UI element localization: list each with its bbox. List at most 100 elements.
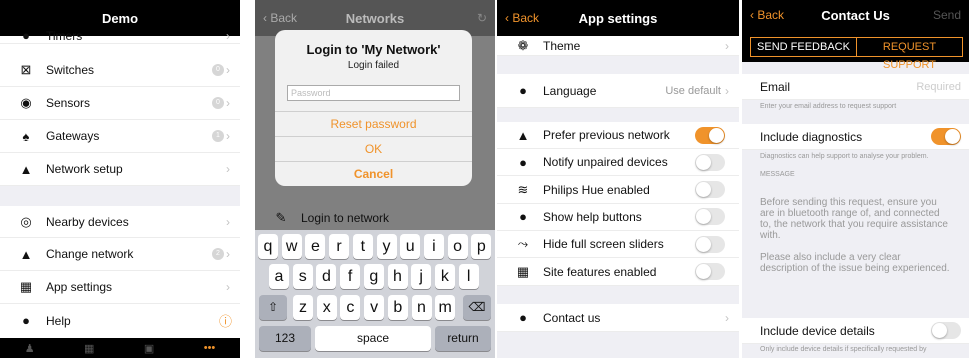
setting-toggle[interactable]	[695, 235, 725, 253]
setting-toggle[interactable]	[695, 153, 725, 171]
key-z[interactable]: z	[293, 295, 313, 320]
menu-item-change-network[interactable]: ▲ Change network 2 ›	[0, 238, 240, 271]
diagnostics-row: Include diagnostics	[742, 124, 969, 150]
menu-item-switches[interactable]: ⊠ Switches 0 ›	[0, 54, 240, 87]
language-row[interactable]: ● Language Use default ›	[497, 74, 739, 108]
shift-key[interactable]: ⇧	[259, 295, 287, 320]
key-t[interactable]: t	[352, 234, 373, 259]
menu-item-network-setup[interactable]: ▲ Network setup ›	[0, 153, 240, 186]
key-a[interactable]: a	[269, 264, 289, 289]
key-r[interactable]: r	[329, 234, 350, 259]
key-g[interactable]: g	[363, 264, 384, 289]
theme-row[interactable]: ❁ Theme ›	[497, 36, 739, 56]
list-item[interactable]: ✎ Login to network	[255, 205, 495, 230]
key-k[interactable]: k	[434, 264, 455, 289]
page-title: Networks	[345, 11, 405, 26]
question-icon[interactable]: ⓘ	[219, 311, 232, 330]
menu-item-help[interactable]: ● Help ⓘ	[0, 304, 240, 337]
space-key[interactable]: space	[315, 326, 431, 351]
lamp-icon[interactable]: ♟	[25, 342, 35, 355]
chevron-right-icon: ›	[226, 247, 230, 261]
chevron-right-icon: ›	[226, 28, 230, 43]
chevron-right-icon: ›	[725, 310, 729, 325]
key-u[interactable]: u	[400, 234, 421, 259]
timer-icon: ●	[22, 28, 30, 43]
menu-item-timers[interactable]: ● Timers ›	[0, 28, 240, 44]
image-icon[interactable]: ▣	[144, 342, 154, 355]
alert-message: Login failed	[347, 60, 400, 71]
key-p[interactable]: p	[471, 234, 492, 259]
setting-row: ▲ Prefer previous network	[497, 122, 739, 149]
return-key[interactable]: return	[435, 326, 491, 351]
chevron-right-icon: ›	[226, 280, 230, 294]
key-b[interactable]: b	[387, 295, 408, 320]
refresh-icon[interactable]: ↻	[477, 11, 487, 25]
key-s[interactable]: s	[292, 264, 313, 289]
key-x[interactable]: x	[316, 295, 337, 320]
nav-bar: ‹ Back Contact Us Send SEND FEEDBACK REQ…	[742, 0, 969, 71]
count-badge: 0	[212, 64, 224, 76]
email-hint: Enter your email address to request supp…	[742, 100, 969, 116]
notify-icon: ●	[519, 154, 527, 170]
setting-toggle[interactable]	[695, 208, 725, 226]
page-title: App settings	[578, 11, 658, 26]
contact-us-row[interactable]: ● Contact us ›	[497, 304, 739, 332]
email-field[interactable]: Required	[916, 81, 961, 93]
app-settings-icon: ▦	[19, 279, 33, 294]
networks-screen: ‹ Back Networks ↻ ✎ Login to network Log…	[255, 0, 495, 358]
menu-item-nearby-devices[interactable]: ◎ Nearby devices ›	[0, 206, 240, 238]
key-n[interactable]: n	[411, 295, 432, 320]
message-field[interactable]: Before sending this request, ensure you …	[742, 187, 969, 307]
more-icon[interactable]: •••	[204, 342, 216, 354]
numbers-key[interactable]: 123	[259, 326, 311, 351]
key-i[interactable]: i	[423, 234, 444, 259]
device-details-hint: Only include device details if specifica…	[742, 344, 969, 358]
send-button[interactable]: Send	[933, 8, 961, 22]
building-icon: ▦	[516, 263, 530, 279]
key-h[interactable]: h	[387, 264, 408, 289]
key-d[interactable]: d	[316, 264, 337, 289]
key-o[interactable]: o	[447, 234, 468, 259]
diagnostics-toggle[interactable]	[931, 128, 961, 145]
ok-button[interactable]: OK	[275, 136, 472, 161]
key-e[interactable]: e	[305, 234, 326, 259]
segmented-control: SEND FEEDBACK REQUEST SUPPORT	[750, 37, 963, 71]
tab-request-support[interactable]: REQUEST SUPPORT	[856, 38, 962, 71]
setting-toggle[interactable]	[695, 263, 725, 280]
app-settings-screen: ‹ Back App settings ❁ Theme › ● Language…	[497, 0, 739, 358]
menu-item-app-settings[interactable]: ▦ App settings ›	[0, 271, 240, 304]
delete-key[interactable]: ⌫	[463, 295, 491, 320]
reset-password-button[interactable]: Reset password	[275, 111, 472, 136]
chevron-right-icon: ›	[725, 83, 729, 98]
key-l[interactable]: l	[458, 264, 479, 289]
login-alert: Login to 'My Network' Login failed Passw…	[275, 30, 472, 186]
key-v[interactable]: v	[364, 295, 385, 320]
key-q[interactable]: q	[258, 234, 278, 259]
help-icon: ●	[22, 313, 30, 328]
section-gap	[497, 286, 739, 304]
chevron-right-icon: ›	[226, 96, 230, 110]
menu-item-gateways[interactable]: ♠ Gateways 1 ›	[0, 120, 240, 153]
device-details-toggle[interactable]	[931, 322, 961, 339]
key-c[interactable]: c	[340, 295, 361, 320]
password-field[interactable]: Password	[287, 85, 460, 101]
key-w[interactable]: w	[281, 234, 302, 259]
email-row[interactable]: Email Required	[742, 74, 969, 100]
cancel-button[interactable]: Cancel	[275, 161, 472, 186]
key-j[interactable]: j	[411, 264, 432, 289]
setting-toggle[interactable]	[695, 126, 725, 144]
menu-item-sensors[interactable]: ◉ Sensors 0 ›	[0, 87, 240, 120]
chevron-right-icon: ›	[226, 129, 230, 143]
key-f[interactable]: f	[340, 264, 361, 289]
home-screen: Demo ● Timers › ⊠ Switches 0 › ◉ Sensors…	[0, 0, 240, 358]
key-y[interactable]: y	[376, 234, 397, 259]
key-m[interactable]: m	[435, 295, 456, 320]
language-icon: ●	[519, 83, 527, 98]
switch-icon: ⊠	[20, 62, 32, 77]
network-setup-icon: ▲	[19, 161, 33, 177]
grid-icon[interactable]: ▦	[84, 342, 94, 355]
tab-send-feedback[interactable]: SEND FEEDBACK	[751, 38, 856, 56]
setting-toggle[interactable]	[695, 181, 725, 199]
chevron-right-icon: ›	[226, 63, 230, 77]
section-gap	[497, 332, 739, 358]
